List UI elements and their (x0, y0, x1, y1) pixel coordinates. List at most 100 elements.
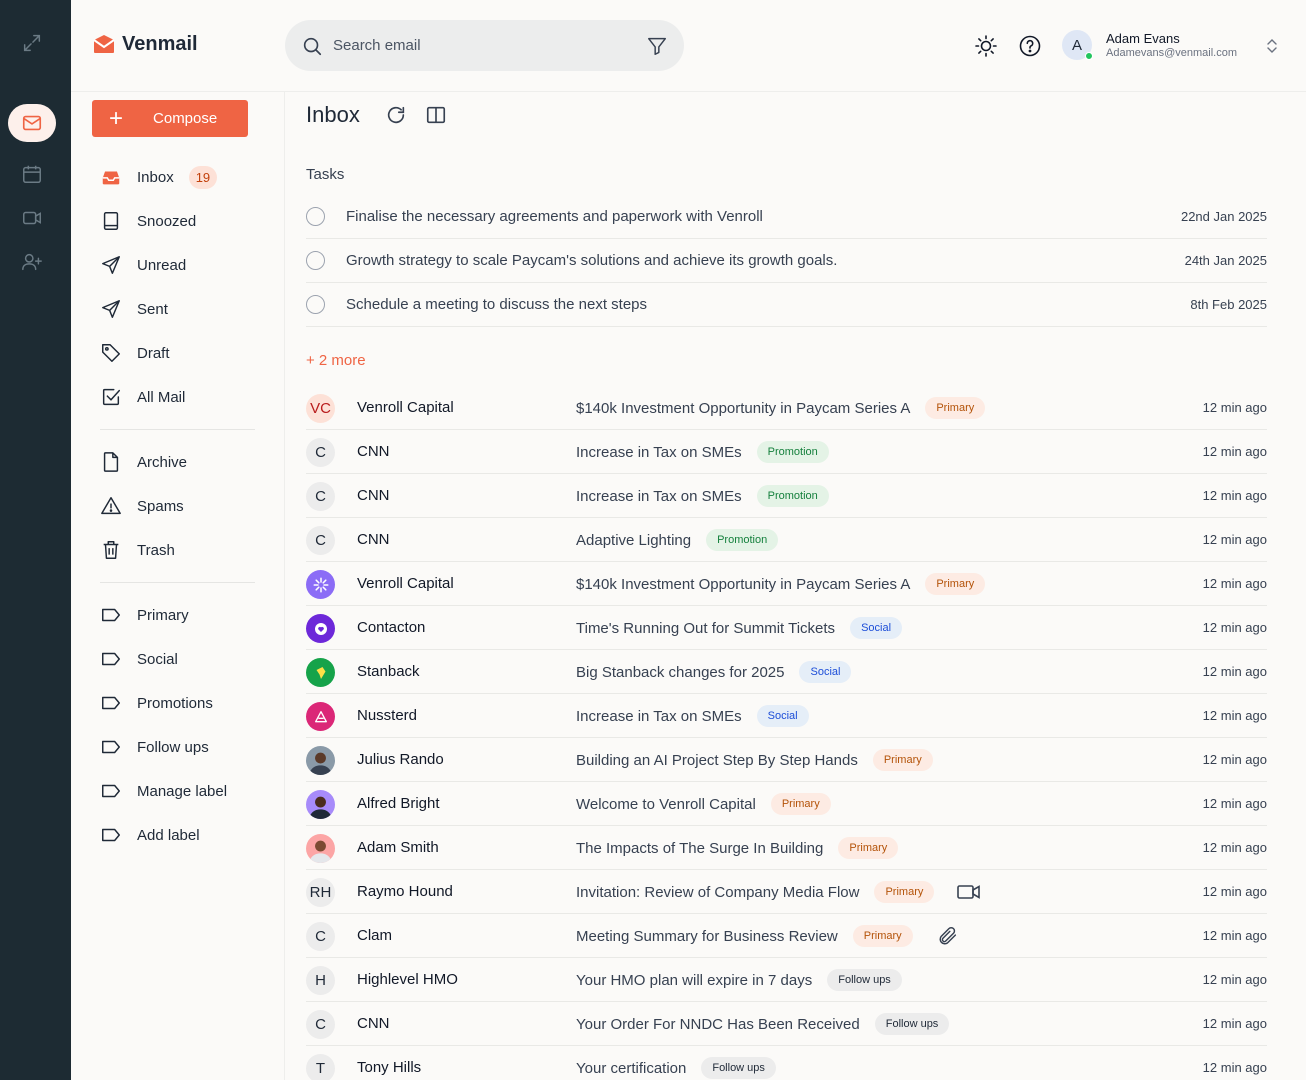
refresh-icon[interactable] (385, 104, 407, 126)
task-checkbox[interactable] (306, 207, 325, 226)
email-time: 12 min ago (1202, 620, 1267, 635)
send-icon (102, 256, 120, 274)
label-icon (102, 784, 120, 798)
sidebar-item-sent[interactable]: Sent (100, 294, 168, 324)
email-row[interactable]: Venroll Capital $140k Investment Opportu… (306, 562, 1267, 606)
email-subject: Your Order For NNDC Has Been Received (576, 1015, 860, 1033)
email-row[interactable]: T Tony Hills Your certification Follow up… (306, 1046, 1267, 1080)
category-tag: Promotion (756, 441, 829, 463)
user-avatar[interactable]: A (1062, 30, 1093, 60)
email-row[interactable]: Adam Smith The Impacts of The Surge In B… (306, 826, 1267, 870)
sidebar-item-label: Social (137, 650, 178, 668)
email-row[interactable]: Julius Rando Building an AI Project Step… (306, 738, 1267, 782)
sidebar-item-archive[interactable]: Archive (100, 447, 187, 477)
sidebar-label-follow-ups[interactable]: Follow ups (100, 732, 209, 762)
category-tag: Primary (925, 573, 986, 595)
sender-name: Julius Rando (357, 751, 444, 768)
user-name[interactable]: Adam Evans (1106, 31, 1180, 46)
sidebar-item-inbox[interactable]: Inbox 19 (100, 162, 218, 192)
category-tag: Follow ups (701, 1057, 776, 1079)
sidebar-item-draft[interactable]: Draft (100, 338, 170, 368)
mail-icon[interactable] (8, 104, 56, 142)
nussterd-logo-avatar (306, 702, 335, 731)
sidebar-add-label[interactable]: Add label (100, 820, 200, 850)
video-icon[interactable] (8, 199, 56, 237)
app-rail (0, 0, 71, 1080)
email-row[interactable]: C CNN Adaptive Lighting Promotion 12 min … (306, 518, 1267, 562)
warning-icon (101, 497, 121, 515)
search-input[interactable] (333, 37, 646, 54)
email-row[interactable]: Stanback Big Stanback changes for 2025 So… (306, 650, 1267, 694)
expand-icon[interactable] (8, 24, 56, 62)
email-subject: Meeting Summary for Business Review (576, 927, 838, 945)
email-row[interactable]: RH Raymo Hound Invitation: Review of Com… (306, 870, 1267, 914)
email-row[interactable]: C CNN Increase in Tax on SMEs Promotion 1… (306, 474, 1267, 518)
sidebar-item-spams[interactable]: Spams (100, 491, 184, 521)
email-time: 12 min ago (1202, 840, 1267, 855)
sidebar-label-social[interactable]: Social (100, 644, 178, 674)
email-subject: Your certification (576, 1059, 687, 1077)
snooze-icon (103, 212, 119, 230)
compose-label: Compose (153, 110, 218, 127)
contacton-logo-avatar (306, 614, 335, 643)
calendar-icon[interactable] (8, 155, 56, 193)
sidebar-item-label: Manage label (137, 782, 228, 800)
plus-icon: + (109, 104, 124, 132)
sender-avatar: VC (306, 394, 335, 423)
tag-icon (102, 344, 120, 362)
more-tasks-link[interactable]: + 2 more (306, 352, 366, 369)
filter-icon[interactable] (646, 35, 668, 57)
sender-name: Raymo Hound (357, 883, 453, 900)
email-time: 12 min ago (1202, 708, 1267, 723)
file-icon (103, 452, 119, 472)
email-row[interactable]: VC Venroll Capital $140k Investment Oppo… (306, 386, 1267, 430)
account-switch-chevron-icon[interactable] (1264, 37, 1280, 55)
sender-name: Tony Hills (357, 1059, 422, 1076)
email-row[interactable]: C CNN Your Order For NNDC Has Been Recei… (306, 1002, 1267, 1046)
email-time: 12 min ago (1202, 576, 1267, 591)
task-checkbox[interactable] (306, 251, 325, 270)
email-row[interactable]: Nussterd Increase in Tax on SMEs Social 1… (306, 694, 1267, 738)
email-row[interactable]: H Highlevel HMO Your HMO plan will expir… (306, 958, 1267, 1002)
email-subject: Building an AI Project Step By Step Hand… (576, 751, 858, 769)
sidebar-item-snoozed[interactable]: Snoozed (100, 206, 196, 236)
search-icon (303, 37, 322, 55)
inbox-icon (102, 171, 120, 185)
sidebar-item-all-mail[interactable]: All Mail (100, 382, 185, 412)
category-tag: Primary (770, 793, 831, 815)
email-time: 12 min ago (1202, 400, 1267, 415)
category-tag: Social (850, 617, 903, 639)
venmail-logo-icon (93, 35, 115, 53)
email-row[interactable]: Contacton Time's Running Out for Summit … (306, 606, 1267, 650)
video-icon[interactable] (956, 881, 982, 903)
email-row[interactable]: Alfred Bright Welcome to Venroll Capital… (306, 782, 1267, 826)
attachment-icon[interactable] (935, 925, 961, 947)
email-subject: Increase in Tax on SMEs (576, 443, 742, 461)
label-icon (102, 652, 120, 666)
stanback-logo-avatar (306, 658, 335, 687)
sidebar-label-primary[interactable]: Primary (100, 600, 189, 630)
compose-button[interactable]: + Compose (92, 100, 248, 137)
sidebar-label-promotions[interactable]: Promotions (100, 688, 213, 718)
search-bar[interactable] (285, 20, 684, 71)
task-text: Schedule a meeting to discuss the next s… (346, 296, 648, 313)
sidebar-item-trash[interactable]: Trash (100, 535, 175, 565)
sidebar-item-unread[interactable]: Unread (100, 250, 186, 280)
app-logo[interactable]: Venmail (92, 32, 198, 56)
task-item[interactable]: Finalise the necessary agreements and pa… (306, 195, 1267, 239)
sender-name: Venroll Capital (357, 399, 454, 416)
theme-toggle-icon[interactable] (974, 34, 998, 58)
category-tag: Primary (852, 925, 913, 947)
task-item[interactable]: Growth strategy to scale Paycam's soluti… (306, 239, 1267, 283)
sender-name: CNN (357, 487, 390, 504)
email-row[interactable]: C Clam Meeting Summary for Business Revi… (306, 914, 1267, 958)
help-icon[interactable] (1018, 34, 1042, 58)
sidebar-manage-label[interactable]: Manage label (100, 776, 227, 806)
split-view-icon[interactable] (425, 104, 447, 126)
email-row[interactable]: C CNN Increase in Tax on SMEs Promotion 1… (306, 430, 1267, 474)
add-user-icon[interactable] (8, 243, 56, 281)
task-checkbox[interactable] (306, 295, 325, 314)
task-item[interactable]: Schedule a meeting to discuss the next s… (306, 283, 1267, 327)
sender-name: Nussterd (357, 707, 418, 724)
category-tag: Primary (874, 881, 935, 903)
